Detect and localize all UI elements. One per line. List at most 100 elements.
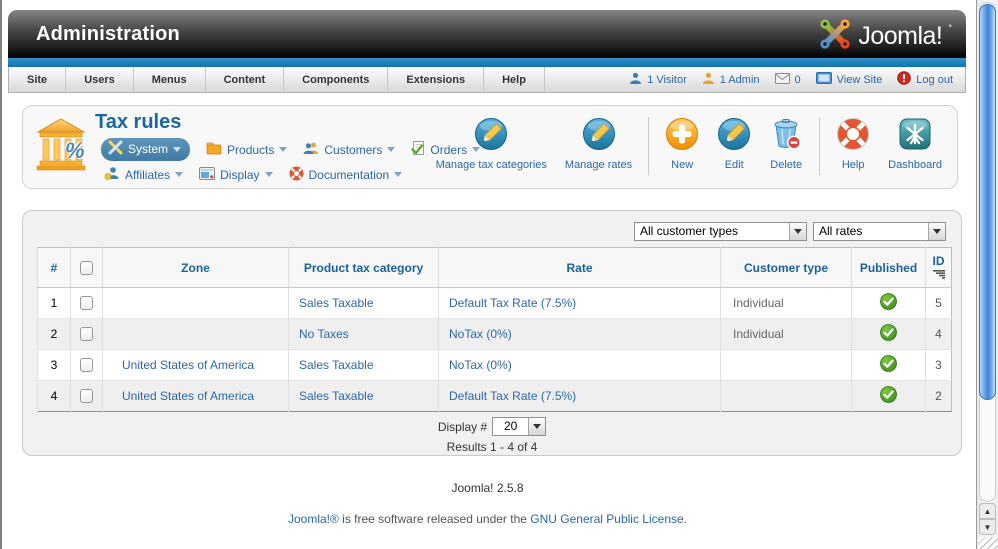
chevron-down-icon: [794, 229, 802, 234]
table-header-row: # Zone Product tax category Rate Custome…: [37, 247, 952, 288]
rates-filter[interactable]: All rates: [813, 222, 946, 241]
menu-components[interactable]: Components: [284, 67, 389, 92]
scroll-down-button[interactable]: ▼: [979, 519, 996, 535]
display-count-select[interactable]: 20: [492, 417, 547, 436]
published-check-icon[interactable]: [880, 355, 897, 375]
chevron-down-icon: [387, 147, 396, 152]
select-all-header: [70, 247, 103, 288]
category-link[interactable]: No Taxes: [299, 327, 349, 341]
menu-extensions[interactable]: Extensions: [388, 67, 485, 92]
filter-bar: All customer types All rates: [634, 222, 946, 241]
scrollbar-thumb[interactable]: [979, 4, 996, 400]
row-checkbox[interactable]: [80, 327, 93, 342]
window-border: [0, 0, 2, 549]
component-menu-system[interactable]: System: [101, 138, 191, 161]
column-header-zone[interactable]: Zone: [102, 247, 289, 288]
joomla-logo-icon: [818, 17, 852, 56]
visitor-count[interactable]: 1 Visitor: [629, 72, 687, 88]
published-check-icon[interactable]: [880, 386, 897, 406]
joomla-link[interactable]: Joomla!®: [288, 512, 339, 526]
zone-link[interactable]: United States of America: [122, 358, 254, 372]
delete-button[interactable]: Delete: [760, 117, 812, 171]
pagination: Display # 20 Results 1 - 4 of 4: [23, 417, 961, 454]
column-header-id[interactable]: ID: [925, 247, 952, 288]
toolbar-separator: [648, 117, 650, 175]
accent-bar: [8, 58, 966, 67]
vertical-scrollbar[interactable]: ▲ ▼: [976, 0, 998, 549]
edit-button[interactable]: Edit: [708, 117, 760, 171]
published-check-icon[interactable]: [880, 324, 897, 344]
help-lifering-icon: [836, 117, 870, 156]
menu-menus[interactable]: Menus: [134, 67, 206, 92]
chevron-down-icon: [264, 172, 273, 177]
column-header-customer-type[interactable]: Customer type: [720, 247, 852, 288]
display-label: Display #: [437, 419, 488, 434]
select-all-checkbox[interactable]: [80, 260, 93, 275]
affiliates-icon: [104, 166, 120, 183]
joomla-brand-text: Joomla!: [858, 22, 943, 50]
menu-site[interactable]: Site: [9, 67, 67, 92]
dropdown-button[interactable]: [928, 223, 945, 240]
column-header-published[interactable]: Published: [851, 247, 926, 288]
menu-content[interactable]: Content: [206, 67, 285, 92]
component-menu-display[interactable]: Display: [199, 166, 273, 183]
column-header-rate[interactable]: Rate: [438, 247, 721, 288]
rate-link[interactable]: NoTax (0%): [449, 327, 512, 341]
gpl-link[interactable]: GNU General Public License: [530, 512, 683, 526]
visitor-icon: [629, 72, 642, 88]
messages-count[interactable]: 0: [774, 72, 801, 87]
column-header-category[interactable]: Product tax category: [288, 247, 439, 288]
row-checkbox[interactable]: [80, 296, 93, 311]
manage-tax-categories-button[interactable]: Manage tax categories: [427, 117, 556, 171]
rate-link[interactable]: Default Tax Rate (7.5%): [449, 296, 576, 310]
row-checkbox[interactable]: [80, 389, 93, 404]
edit-circle-icon: [717, 117, 751, 156]
id-cell: 5: [925, 287, 952, 319]
menu-users[interactable]: Users: [66, 67, 134, 92]
row-number: 1: [37, 287, 71, 319]
chevron-down-icon: [173, 146, 182, 152]
published-cell: [851, 380, 926, 412]
logout-link[interactable]: Log out: [897, 71, 953, 88]
published-cell: [851, 287, 926, 319]
admin-count[interactable]: 1 Admin: [702, 72, 760, 88]
view-site-link[interactable]: View Site: [815, 72, 882, 87]
component-menu-customers[interactable]: Customers: [303, 141, 396, 158]
dashboard-button[interactable]: Dashboard: [879, 117, 951, 171]
dropdown-button[interactable]: [528, 418, 546, 435]
rate-link[interactable]: Default Tax Rate (7.5%): [449, 389, 576, 403]
chevron-down-icon: [933, 229, 941, 234]
window-resize-grip[interactable]: [978, 537, 998, 549]
admin-header: Administration Joomla! °: [8, 10, 966, 58]
new-icon: [665, 117, 699, 156]
row-checkbox[interactable]: [80, 358, 93, 373]
new-button[interactable]: New: [656, 117, 708, 171]
menu-help[interactable]: Help: [484, 67, 545, 92]
customer-type-cell: [720, 349, 852, 381]
column-header-num: #: [37, 247, 71, 288]
customer-type-filter[interactable]: All customer types: [634, 222, 807, 241]
display-icon: [199, 166, 216, 183]
logout-icon: [897, 71, 912, 88]
component-menu-documentation[interactable]: Documentation: [289, 166, 403, 184]
component-menu-products[interactable]: Products: [206, 141, 288, 158]
manage-rates-button[interactable]: Manage rates: [556, 117, 641, 171]
rate-link[interactable]: NoTax (0%): [449, 358, 512, 372]
category-link[interactable]: Sales Taxable: [299, 389, 374, 403]
dropdown-button[interactable]: [789, 223, 806, 240]
zone-link[interactable]: United States of America: [122, 389, 254, 403]
help-button[interactable]: Help: [827, 117, 879, 171]
component-menu-affiliates[interactable]: Affiliates: [104, 166, 184, 183]
chevron-down-icon: [394, 172, 403, 177]
toolbar-separator: [819, 117, 821, 175]
status-bar: 1 Visitor 1 Admin 0 View Site Log out: [629, 67, 965, 92]
category-link[interactable]: Sales Taxable: [299, 296, 374, 310]
folder-icon: [206, 141, 222, 158]
main-menubar: Site Users Menus Content Components Exte…: [8, 67, 966, 93]
customers-icon: [303, 141, 319, 158]
scroll-up-button[interactable]: ▲: [979, 503, 996, 519]
sort-descending-icon: [932, 269, 945, 281]
category-link[interactable]: Sales Taxable: [299, 358, 374, 372]
published-check-icon[interactable]: [880, 293, 897, 313]
row-number: 4: [37, 380, 71, 412]
